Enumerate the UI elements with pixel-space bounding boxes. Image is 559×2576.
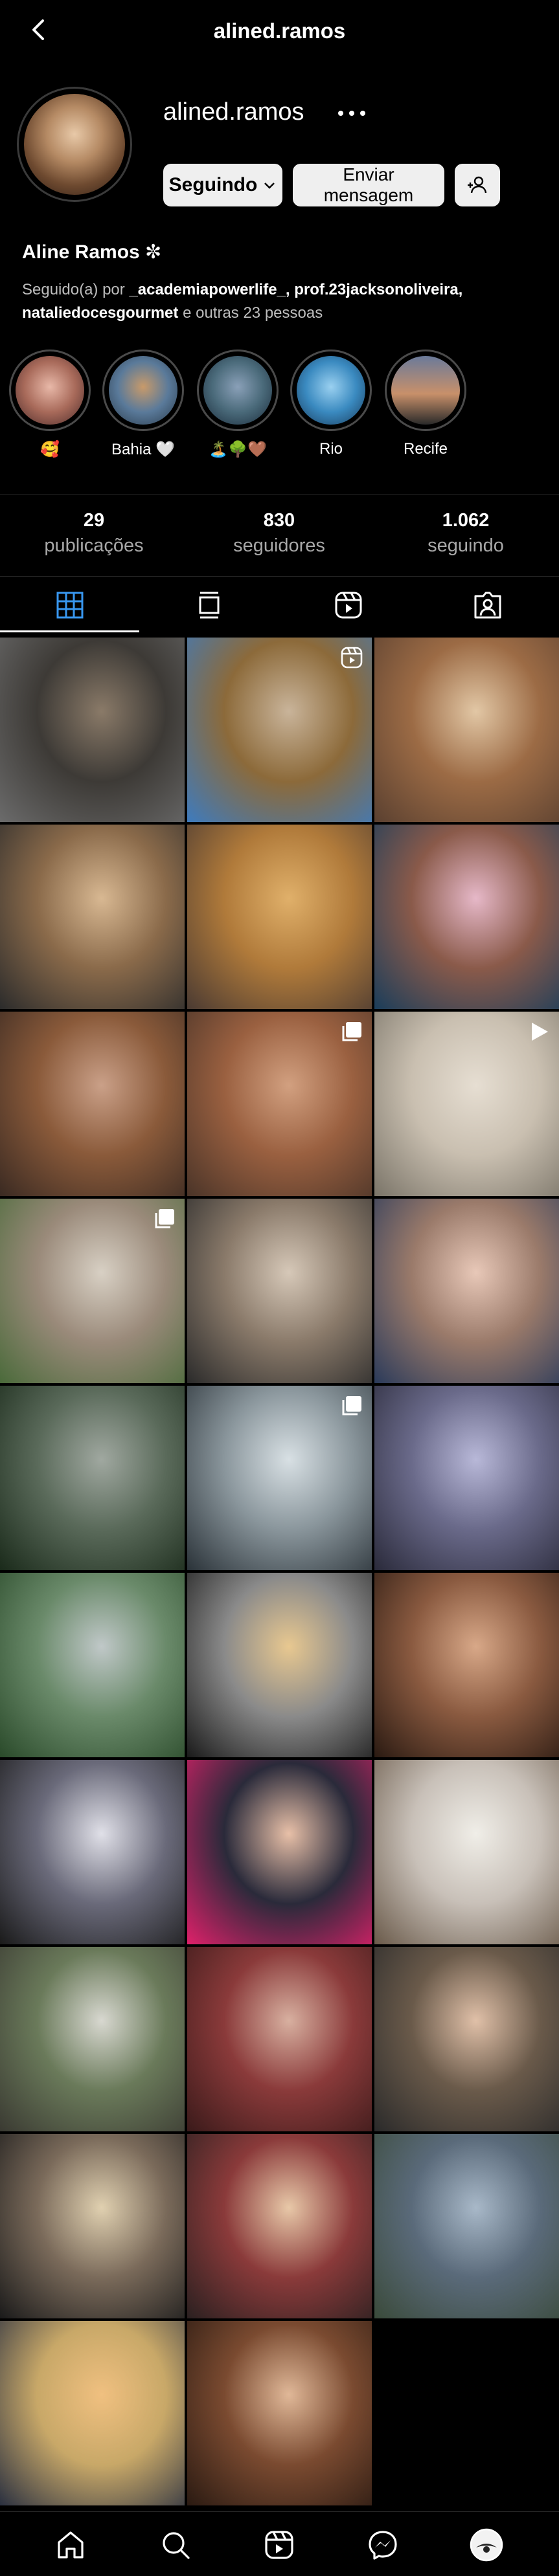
highlight-label: 🥰 [40,441,60,458]
send-message-line1: Enviar [343,164,394,184]
profile-username: alined.ramos [163,98,304,126]
post-thumbnail[interactable] [0,1947,185,2131]
stat-number: 1.062 [442,510,490,531]
highlight-label: 🏝️🌳🤎 [209,441,267,458]
post-thumbnail[interactable] [374,1573,559,1757]
highlight-item[interactable]: 🏝️🌳🤎 [197,350,279,459]
post-thumbnail[interactable] [187,1573,372,1757]
tab-grid[interactable] [0,579,139,631]
highlight-label: Bahia 🤍 [111,441,175,458]
highlight-item[interactable]: Rio [290,350,372,458]
post-thumbnail[interactable] [187,1199,372,1383]
post-thumbnail[interactable] [374,1760,559,1944]
profile-avatar[interactable] [17,87,132,202]
profile-icon [470,2528,503,2562]
post-thumbnail[interactable] [0,1012,185,1196]
post-thumbnail[interactable] [0,1386,185,1570]
reels-icon [335,592,361,619]
send-message-button[interactable]: Enviar mensagem [293,164,444,206]
divider [0,576,559,577]
post-thumbnail[interactable] [374,2134,559,2318]
add-person-icon [468,176,487,194]
carousel-badge-icon [341,1395,363,1417]
post-thumbnail[interactable] [374,638,559,822]
post-thumbnail[interactable] [187,1947,372,2131]
post-thumbnail[interactable] [187,1012,372,1196]
post-thumbnail[interactable] [0,825,185,1009]
nav-messenger[interactable] [365,2527,400,2562]
post-thumbnail[interactable] [0,2134,185,2318]
post-thumbnail[interactable] [187,638,372,822]
suggested-people-button[interactable] [455,164,500,206]
send-message-line2: mensagem [323,185,414,205]
tab-feed[interactable] [139,579,279,631]
post-thumbnail[interactable] [0,2321,185,2505]
post-thumbnail[interactable] [374,1947,559,2131]
followed-by-prefix: Seguido(a) por [22,281,130,298]
active-tab-indicator [0,630,139,632]
post-thumbnail[interactable] [0,1199,185,1383]
nav-home[interactable] [53,2527,88,2562]
video-badge-icon [528,1021,550,1043]
divider [0,494,559,495]
post-thumbnail[interactable] [187,2321,372,2505]
post-thumbnail[interactable] [0,638,185,822]
stat-number: 29 [83,510,105,531]
tagged-icon [474,592,501,619]
post-thumbnail[interactable] [374,825,559,1009]
tab-reels[interactable] [279,579,418,631]
home-icon [58,2531,84,2559]
post-thumbnail[interactable] [0,1760,185,1944]
profile-full-name: Aline Ramos ✼ [22,241,162,263]
post-thumbnail[interactable] [187,1760,372,1944]
post-thumbnail[interactable] [187,1386,372,1570]
nav-search[interactable] [158,2527,193,2562]
grid-icon [56,592,83,619]
following-button[interactable]: Seguindo [163,164,282,206]
tab-tagged[interactable] [418,579,557,631]
feed-icon [199,592,219,619]
header-username: alined.ramos [213,19,346,43]
post-thumbnail[interactable] [374,1199,559,1383]
stat-following[interactable]: 1.062 seguindo [385,510,547,557]
more-options-icon[interactable] [336,104,368,123]
stat-number: 830 [263,510,295,531]
stat-label: publicações [44,535,144,556]
carousel-badge-icon [341,1021,363,1043]
stat-posts: 29 publicações [13,510,175,557]
followed-by-text[interactable]: Seguido(a) por _academiapowerlife_, prof… [22,278,540,325]
reels-badge-icon [341,647,363,669]
highlight-item[interactable]: Recife [385,350,466,458]
chevron-down-icon [264,183,275,189]
stat-label: seguindo [428,535,504,556]
top-bar: alined.ramos [0,0,559,62]
nav-reels[interactable] [262,2527,297,2562]
post-thumbnail[interactable] [374,1012,559,1196]
carousel-badge-icon [154,1208,176,1230]
highlight-label: Recife [403,440,448,458]
post-thumbnail[interactable] [187,825,372,1009]
search-icon [163,2532,190,2559]
followed-by-suffix: e outras 23 pessoas [178,304,323,322]
messenger-icon [369,2531,397,2560]
post-thumbnail[interactable] [187,2134,372,2318]
reels-icon [265,2531,293,2559]
highlight-item[interactable]: Bahia 🤍 [102,350,184,459]
highlight-label: Rio [319,440,343,458]
stat-label: seguidores [233,535,325,556]
post-thumbnail[interactable] [374,1386,559,1570]
back-arrow-icon[interactable] [26,17,52,43]
stat-followers[interactable]: 830 seguidores [198,510,360,557]
highlight-item[interactable]: 🥰 [9,350,91,459]
bottom-navigation [0,2511,559,2576]
post-thumbnail[interactable] [0,1573,185,1757]
nav-profile[interactable] [469,2527,504,2562]
following-label: Seguindo [168,174,258,195]
